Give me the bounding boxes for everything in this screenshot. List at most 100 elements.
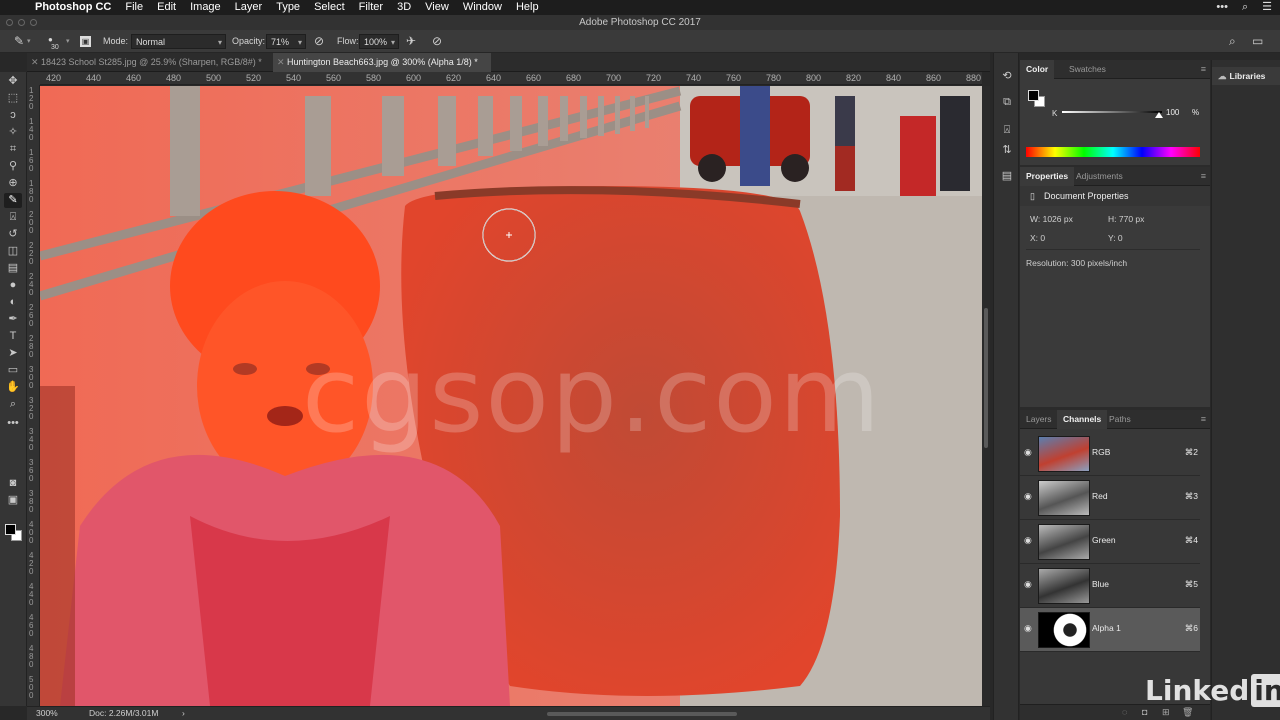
tab-paths[interactable]: Paths: [1103, 410, 1137, 429]
k-value[interactable]: 100: [1166, 108, 1179, 117]
search-icon[interactable]: ⌕: [1242, 0, 1248, 15]
menu-select[interactable]: Select: [307, 0, 352, 15]
crop-tool-icon[interactable]: ⌗: [4, 142, 22, 157]
blur-tool-icon[interactable]: ●: [4, 278, 22, 293]
menu-3d[interactable]: 3D: [390, 0, 418, 15]
k-slider-track[interactable]: [1062, 111, 1162, 113]
new-channel-icon[interactable]: ⊞: [1162, 707, 1170, 718]
panel-menu-icon[interactable]: ≡: [1201, 171, 1206, 181]
menu-file[interactable]: File: [118, 0, 150, 15]
more-tools-icon[interactable]: •••: [4, 416, 22, 431]
eyedropper-tool-icon[interactable]: ⚲: [4, 159, 22, 174]
vertical-scrollbar[interactable]: [982, 86, 990, 706]
chevron-down-icon[interactable]: ▾: [27, 34, 31, 49]
pressure-size-icon[interactable]: ⊘: [432, 34, 442, 49]
hand-tool-icon[interactable]: ✋: [4, 380, 22, 395]
pen-tool-icon[interactable]: ✒: [4, 312, 22, 327]
adjustments-icon[interactable]: ⇅: [1000, 143, 1014, 157]
brush-settings-icon[interactable]: ⧉: [1000, 95, 1014, 109]
brush-panel-toggle-icon[interactable]: ▣: [80, 36, 91, 47]
shape-tool-icon[interactable]: ▭: [4, 363, 22, 378]
menu-filter[interactable]: Filter: [352, 0, 390, 15]
opacity-field[interactable]: 71% ▾: [266, 34, 306, 49]
eye-icon[interactable]: ◉: [1024, 579, 1032, 590]
tab-huntington-beach[interactable]: ✕ Huntington Beach663.jpg @ 300% (Alpha 1…: [273, 53, 491, 72]
list-icon[interactable]: ☰: [1262, 0, 1272, 15]
screen-mode-icon[interactable]: ▣: [4, 493, 22, 508]
marquee-tool-icon[interactable]: ⬚: [4, 91, 22, 106]
horizontal-scrollbar[interactable]: [547, 712, 737, 716]
mode-select[interactable]: Normal ▾: [131, 34, 226, 49]
more-icon[interactable]: •••: [1216, 0, 1228, 15]
chevron-down-icon[interactable]: ▾: [66, 34, 70, 49]
type-tool-icon[interactable]: T: [4, 329, 22, 344]
foreground-color-swatch[interactable]: [1028, 90, 1039, 101]
tab-properties[interactable]: Properties: [1020, 167, 1075, 186]
libraries-tab[interactable]: ☁ Libraries: [1212, 67, 1280, 85]
clone-source-icon[interactable]: ⍓: [1000, 123, 1014, 137]
clone-stamp-tool-icon[interactable]: ⍓: [4, 210, 22, 225]
k-slider-thumb[interactable]: [1155, 112, 1163, 118]
channel-row-red[interactable]: ◉ Red ⌘3: [1020, 476, 1200, 520]
close-icon[interactable]: ✕: [31, 53, 41, 72]
foreground-color-swatch[interactable]: [5, 524, 16, 535]
close-icon[interactable]: ✕: [277, 53, 287, 72]
channel-row-blue[interactable]: ◉ Blue ⌘5: [1020, 564, 1200, 608]
x-value[interactable]: X: 0: [1030, 233, 1045, 243]
quick-mask-icon[interactable]: ◙: [4, 476, 22, 491]
menu-view[interactable]: View: [418, 0, 456, 15]
lasso-tool-icon[interactable]: ↄ: [4, 108, 22, 123]
panel-menu-icon[interactable]: ≡: [1201, 414, 1206, 424]
brush-tool-icon[interactable]: ✎: [14, 34, 24, 49]
healing-brush-tool-icon[interactable]: ⊕: [4, 176, 22, 191]
character-icon[interactable]: ▤: [1000, 169, 1014, 183]
tab-adjustments[interactable]: Adjustments: [1070, 167, 1129, 186]
channel-row-rgb[interactable]: ◉ RGB ⌘2: [1020, 432, 1200, 476]
menu-image[interactable]: Image: [183, 0, 228, 15]
y-value[interactable]: Y: 0: [1108, 233, 1123, 243]
workspace-icon[interactable]: ▭: [1252, 34, 1263, 49]
tab-color[interactable]: Color: [1020, 60, 1055, 79]
menu-edit[interactable]: Edit: [150, 0, 183, 15]
chevron-right-icon[interactable]: ›: [182, 708, 185, 718]
load-selection-icon[interactable]: ◌: [1122, 707, 1127, 717]
eye-icon[interactable]: ◉: [1024, 623, 1032, 634]
tab-swatches[interactable]: Swatches: [1063, 60, 1112, 79]
eye-icon[interactable]: ◉: [1024, 491, 1032, 502]
eye-icon[interactable]: ◉: [1024, 447, 1032, 458]
history-icon[interactable]: ⟲: [1000, 69, 1014, 83]
vertical-ruler[interactable]: 120 140 160 180 200 220 240 260 280 300 …: [27, 85, 40, 706]
menu-app-name[interactable]: Photoshop CC: [28, 0, 118, 15]
channel-row-green[interactable]: ◉ Green ⌘4: [1020, 520, 1200, 564]
channel-row-alpha-1[interactable]: ◉ Alpha 1 ⌘6: [1020, 608, 1200, 652]
horizontal-ruler[interactable]: 420 440 460 480 500 520 540 560 580 600 …: [40, 72, 982, 85]
save-selection-icon[interactable]: ◘: [1142, 707, 1147, 717]
airbrush-icon[interactable]: ✈: [406, 34, 416, 49]
history-brush-tool-icon[interactable]: ↺: [4, 227, 22, 242]
flow-field[interactable]: 100% ▾: [359, 34, 399, 49]
eraser-tool-icon[interactable]: ◫: [4, 244, 22, 259]
document-canvas[interactable]: cgsop.com: [40, 86, 982, 706]
menu-type[interactable]: Type: [269, 0, 307, 15]
tab-school-st[interactable]: ✕ 18423 School St285.jpg @ 25.9% (Sharpen…: [27, 53, 273, 72]
search-icon[interactable]: ⌕: [1229, 34, 1236, 49]
menu-window[interactable]: Window: [456, 0, 509, 15]
move-tool-icon[interactable]: ✥: [4, 74, 22, 89]
quick-select-tool-icon[interactable]: ✧: [4, 125, 22, 140]
dodge-tool-icon[interactable]: ◐: [4, 295, 22, 310]
ruler-origin[interactable]: [27, 72, 40, 85]
path-select-tool-icon[interactable]: ➤: [4, 346, 22, 361]
scrollbar-thumb[interactable]: [984, 308, 988, 448]
menu-layer[interactable]: Layer: [228, 0, 270, 15]
tab-channels[interactable]: Channels: [1057, 410, 1108, 429]
tab-layers[interactable]: Layers: [1020, 410, 1058, 429]
width-value[interactable]: W: 1026 px: [1030, 214, 1073, 224]
zoom-level[interactable]: 300%: [36, 708, 58, 718]
panel-menu-icon[interactable]: ≡: [1201, 64, 1206, 74]
brush-tool-icon[interactable]: ✎: [4, 193, 22, 208]
gradient-tool-icon[interactable]: ▤: [4, 261, 22, 276]
trash-icon[interactable]: 🗑: [1182, 707, 1193, 718]
height-value[interactable]: H: 770 px: [1108, 214, 1144, 224]
color-spectrum[interactable]: [1026, 147, 1200, 157]
eye-icon[interactable]: ◉: [1024, 535, 1032, 546]
